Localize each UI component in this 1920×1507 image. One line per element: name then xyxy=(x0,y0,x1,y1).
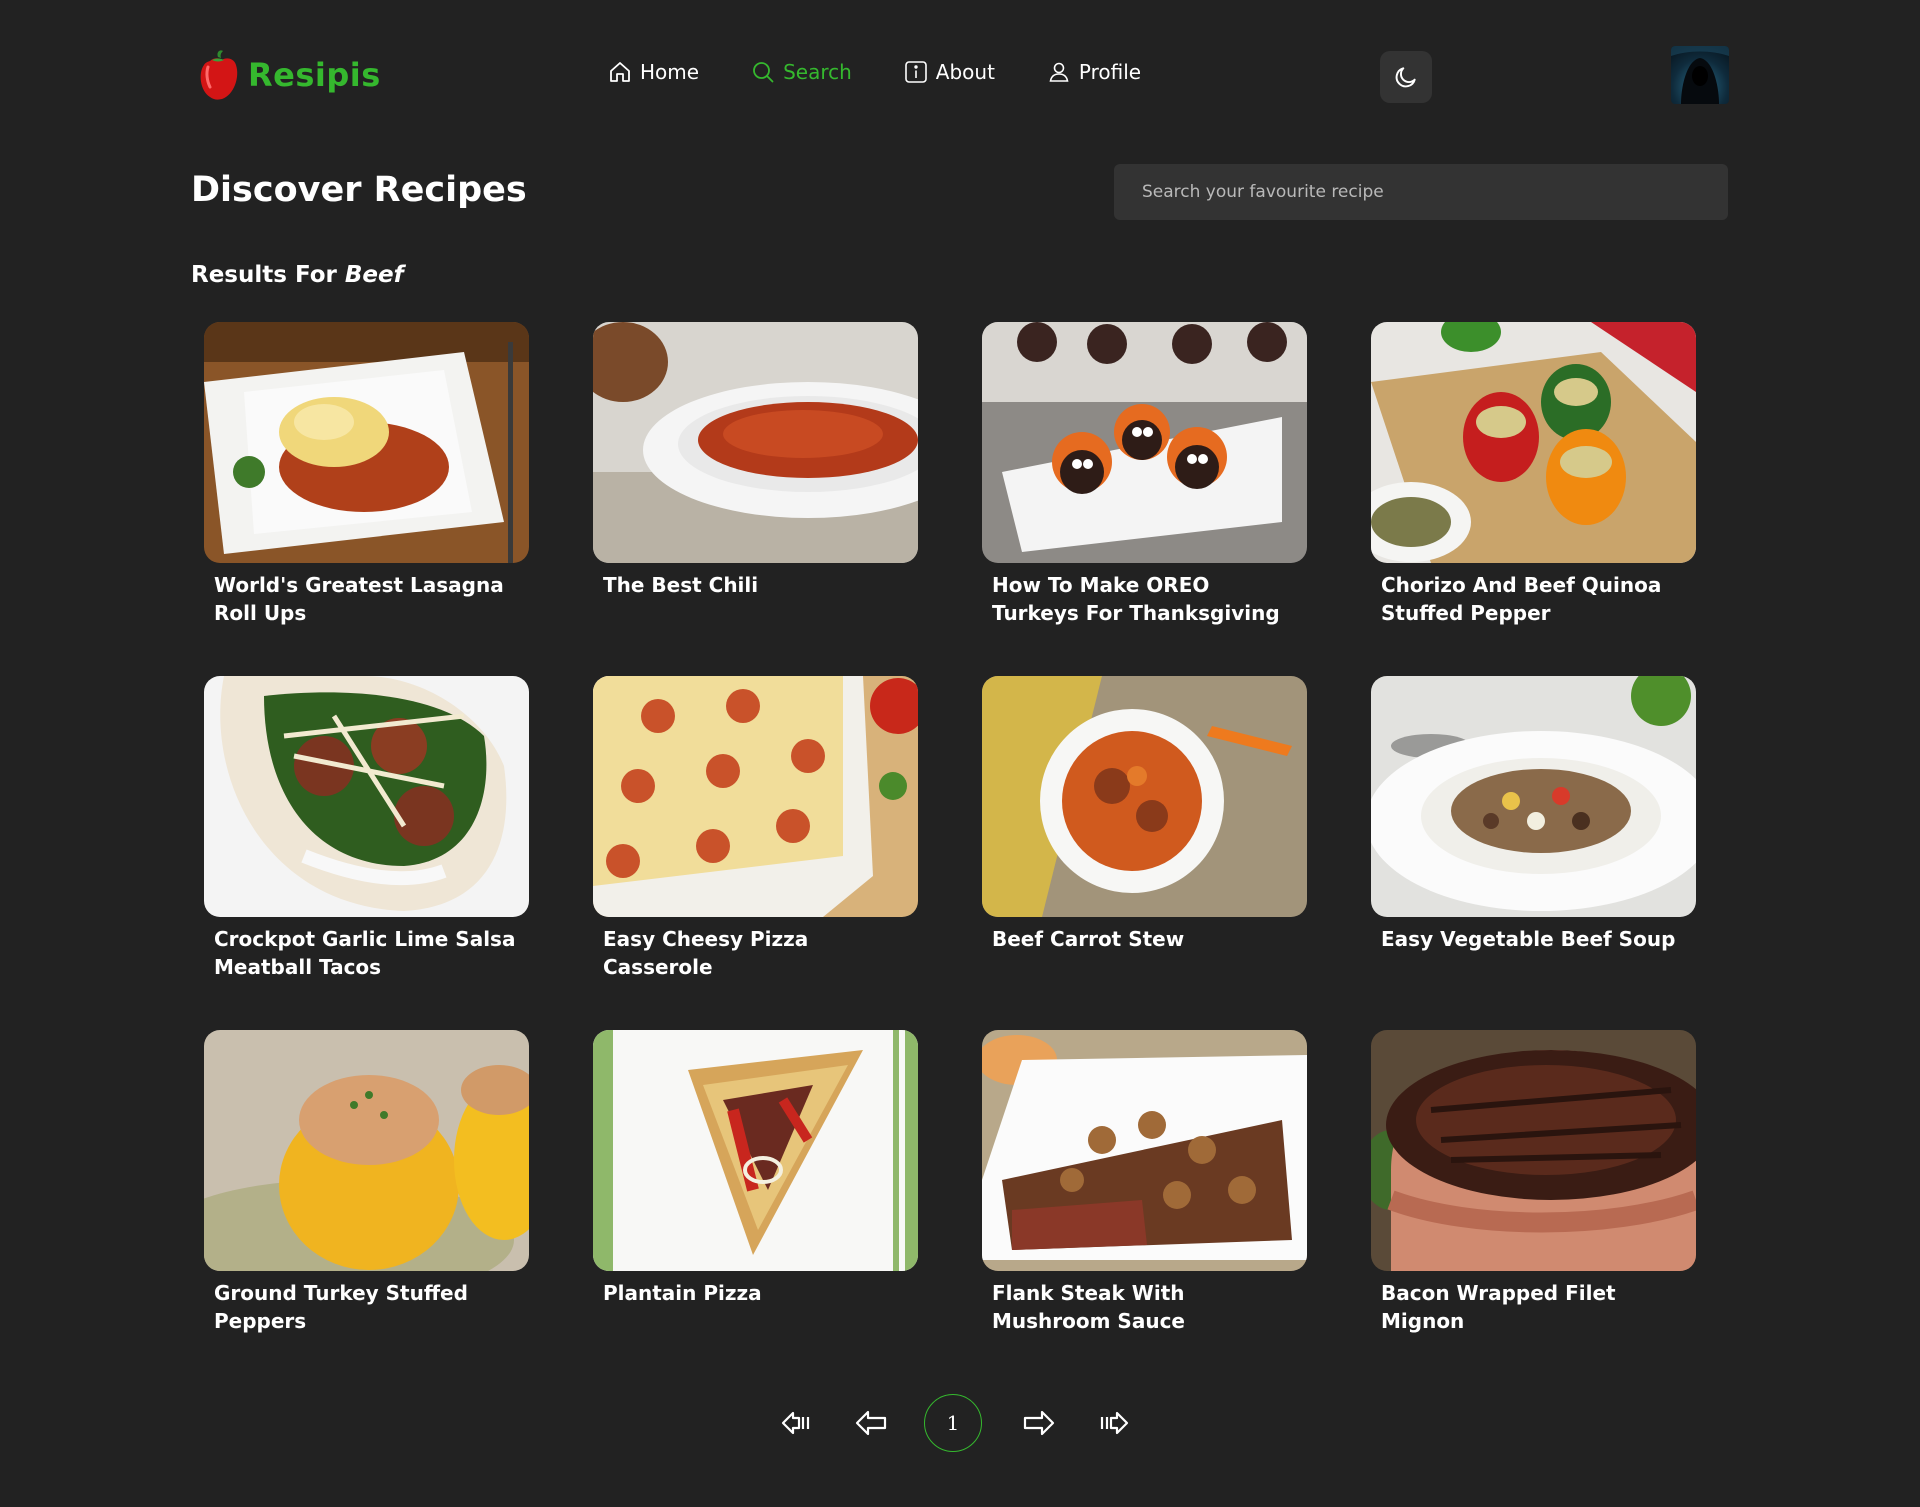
recipe-image xyxy=(982,322,1307,563)
prev-page-button[interactable] xyxy=(850,1402,892,1444)
recipe-title: Beef Carrot Stew xyxy=(992,927,1185,951)
nav-search[interactable]: Search xyxy=(751,60,852,84)
recipe-title: Chorizo And Beef Quinoa Stuffed Pepper xyxy=(1381,573,1662,625)
recipe-image xyxy=(1371,322,1696,563)
nav-search-label: Search xyxy=(783,60,852,84)
recipe-image xyxy=(593,676,918,917)
brand-logo[interactable]: Resipis xyxy=(196,49,381,101)
recipe-card[interactable]: Easy Cheesy Pizza Casserole xyxy=(593,676,918,1030)
recipe-title: Easy Vegetable Beef Soup xyxy=(1381,927,1676,951)
recipe-grid: World's Greatest Lasagna Roll Ups The Be… xyxy=(204,322,1696,1384)
nav-about[interactable]: About xyxy=(904,60,995,84)
pagination: 1 xyxy=(776,1394,1166,1452)
moon-icon xyxy=(1395,67,1416,88)
first-page-button[interactable] xyxy=(776,1402,818,1444)
home-icon xyxy=(610,62,630,82)
arrow-right-icon xyxy=(1023,1410,1055,1436)
recipe-image xyxy=(982,1030,1307,1271)
recipe-title: Ground Turkey Stuffed Peppers xyxy=(214,1281,468,1333)
recipe-image xyxy=(593,1030,918,1271)
user-icon xyxy=(1049,62,1069,82)
recipe-image xyxy=(982,676,1307,917)
results-heading: Results For Beef xyxy=(191,262,404,288)
recipe-card[interactable]: World's Greatest Lasagna Roll Ups xyxy=(204,322,529,676)
recipe-card[interactable]: Flank Steak With Mushroom Sauce xyxy=(982,1030,1307,1384)
page-title: Discover Recipes xyxy=(191,170,527,210)
nav-profile[interactable]: Profile xyxy=(1047,60,1141,84)
avatar[interactable] xyxy=(1671,46,1729,104)
results-prefix: Results For xyxy=(191,262,337,288)
recipe-title: The Best Chili xyxy=(603,573,759,597)
nav-profile-label: Profile xyxy=(1078,60,1142,84)
recipe-image xyxy=(1371,1030,1696,1271)
recipe-image xyxy=(204,676,529,917)
recipe-card[interactable]: Crockpot Garlic Lime Salsa Meatball Taco… xyxy=(204,676,529,1030)
nav-home-label: Home xyxy=(640,60,700,84)
recipe-image xyxy=(204,1030,529,1271)
brand-name: Resipis xyxy=(248,56,381,94)
recipe-card[interactable]: The Best Chili xyxy=(593,322,918,676)
last-page-icon xyxy=(1100,1411,1129,1435)
page-number-current[interactable]: 1 xyxy=(924,1394,982,1452)
recipe-card[interactable]: How To Make OREO Turkeys For Thanksgivin… xyxy=(982,322,1307,676)
recipe-title: Plantain Pizza xyxy=(603,1281,762,1305)
recipe-image xyxy=(204,322,529,563)
recipe-card[interactable]: Easy Vegetable Beef Soup xyxy=(1371,676,1696,1030)
recipe-card[interactable]: Ground Turkey Stuffed Peppers xyxy=(204,1030,529,1384)
recipe-title: World's Greatest Lasagna Roll Ups xyxy=(214,573,504,625)
arrow-left-icon xyxy=(855,1410,887,1436)
search-icon xyxy=(753,62,774,83)
recipe-title: Crockpot Garlic Lime Salsa Meatball Taco… xyxy=(214,927,516,979)
next-page-button[interactable] xyxy=(1018,1402,1060,1444)
recipe-card[interactable]: Plantain Pizza xyxy=(593,1030,918,1384)
nav-about-label: About xyxy=(935,60,995,84)
recipe-title: How To Make OREO Turkeys For Thanksgivin… xyxy=(992,573,1280,625)
info-icon xyxy=(904,61,927,83)
recipe-card[interactable]: Chorizo And Beef Quinoa Stuffed Pepper xyxy=(1371,322,1696,676)
nav-home[interactable]: Home xyxy=(608,60,699,84)
recipe-card[interactable]: Bacon Wrapped Filet Mignon xyxy=(1371,1030,1696,1384)
recipe-image xyxy=(593,322,918,563)
recipe-image xyxy=(1371,676,1696,917)
search-input[interactable] xyxy=(1114,164,1728,220)
recipe-title: Bacon Wrapped Filet Mignon xyxy=(1381,1281,1616,1333)
recipe-card[interactable]: Beef Carrot Stew xyxy=(982,676,1307,1030)
last-page-button[interactable] xyxy=(1092,1402,1134,1444)
recipe-title: Easy Cheesy Pizza Casserole xyxy=(603,927,809,979)
first-page-icon xyxy=(781,1411,810,1435)
results-query: Beef xyxy=(344,262,404,288)
pepper-icon xyxy=(200,50,238,100)
recipe-title: Flank Steak With Mushroom Sauce xyxy=(992,1281,1185,1333)
theme-toggle-button[interactable] xyxy=(1380,51,1432,103)
main-nav: Home Search About Profile xyxy=(608,60,1193,84)
hooded-figure-icon xyxy=(1671,46,1729,104)
